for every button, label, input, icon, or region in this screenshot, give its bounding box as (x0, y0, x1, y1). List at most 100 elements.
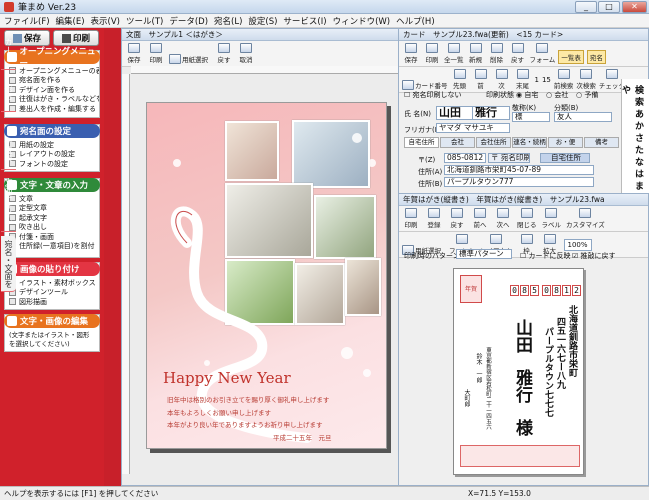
menu-item[interactable]: フォントの設定 (5, 159, 99, 169)
photo[interactable] (345, 258, 381, 316)
menu-item[interactable]: 住所録(一意項目)を割付 (5, 242, 99, 252)
tab-notes[interactable]: 備考 (584, 137, 619, 148)
menu-item[interactable]: 付箋・画面 (5, 232, 99, 242)
radio-company[interactable]: ○ 会社 (546, 90, 568, 100)
print-button[interactable]: 印刷 (402, 208, 420, 229)
paper-select-button[interactable]: 用紙選択 (169, 54, 211, 64)
card-heading[interactable]: Happy New Year (163, 369, 291, 387)
section-header[interactable]: 文字・画像の編集 (4, 314, 100, 328)
section-header[interactable]: 宛名面の設定 (4, 124, 100, 138)
save-button[interactable]: 保存 (402, 43, 420, 64)
prev-button[interactable]: 前 (472, 69, 490, 90)
menu-item[interactable]: 起承文字 (5, 213, 99, 223)
pattern-select[interactable]: 標準パターン (456, 249, 512, 259)
menu-edit[interactable]: 編集(E) (56, 15, 85, 27)
maximize-button[interactable]: □ (598, 1, 620, 13)
zip-field[interactable]: 085-0812 (444, 153, 486, 163)
menu-item[interactable]: レイアウトの設定 (5, 150, 99, 160)
given-name-field[interactable]: 雅行 (472, 106, 510, 120)
postcard-preview[interactable]: 年賀 0 8 5 0 8 1 2 北海道釧路市栄町 四五一六七ー八九 パープルタ… (453, 268, 584, 475)
print-button[interactable]: 印刷 (423, 43, 441, 64)
tab-card[interactable]: カード (1, 30, 16, 70)
last-button[interactable]: 末尾 (514, 69, 532, 90)
tab-design[interactable]: 文面デザイン (1, 172, 16, 232)
undo-button[interactable]: 戻す (509, 43, 527, 64)
no-print-checkbox[interactable]: ☐ 宛名印刷しない (404, 90, 462, 100)
section-header[interactable]: 画像の貼り付け (4, 262, 100, 276)
label-button[interactable]: ラベル (542, 208, 561, 229)
menu-item[interactable]: 吹き出し (5, 223, 99, 233)
tab-home-address[interactable]: 自宅住所 (404, 137, 439, 148)
menu-file[interactable]: ファイル(F) (4, 15, 50, 27)
tab-company[interactable]: 会社 (440, 137, 475, 148)
section-header[interactable]: 文字・文章の入力 (4, 178, 100, 192)
prev-button[interactable]: 前へ (471, 208, 489, 229)
radio-home[interactable]: ◉ 自宅 (516, 90, 538, 100)
menu-item[interactable]: 往復はがき・ラベルなどを作る (5, 95, 99, 105)
tab-company-address[interactable]: 会社住所 (476, 137, 511, 148)
register-button[interactable]: 登録 (425, 208, 443, 229)
undo-button[interactable]: 戻す (215, 43, 233, 64)
kana-index[interactable]: 検索あかさたなはまや (620, 79, 649, 194)
reflect-checkbox[interactable]: ☐ カードに反映 (520, 251, 571, 261)
card-date[interactable]: 平成二十五年 元旦 (273, 432, 332, 442)
revise-checkbox[interactable]: ☑ 推敲に戻す (572, 251, 616, 261)
furigana-field[interactable]: ヤマダ マサユキ (436, 123, 510, 133)
print-button[interactable]: 印刷 (53, 30, 99, 46)
home-address-button[interactable]: 自宅住所 (540, 153, 590, 163)
first-button[interactable]: 先頭 (451, 69, 469, 90)
menu-data[interactable]: データ(D) (169, 15, 208, 27)
photo[interactable] (292, 120, 370, 188)
zip-address-button[interactable]: 〒 宛名印刷 (488, 153, 530, 163)
surname-field[interactable]: 山田 (436, 106, 476, 120)
menu-item[interactable]: 用紙の設定 (5, 140, 99, 150)
form-button[interactable]: フォーム (530, 43, 555, 64)
menu-item[interactable]: 差出人を作成・編集する (5, 104, 99, 114)
address-button[interactable]: 宛名 (586, 50, 606, 64)
photo[interactable] (295, 263, 345, 325)
photo[interactable] (225, 183, 313, 258)
greeting-line[interactable]: 本年がより良い年でありますようお祈り申し上げます (167, 419, 322, 429)
cancel-button[interactable]: 取消 (237, 43, 255, 64)
greeting-line[interactable]: 旧年中は格別のお引き立てを賜り厚く御礼申し上げます (167, 394, 329, 404)
print-button[interactable]: 印刷 (147, 43, 165, 64)
menu-item[interactable]: 宛名面を作る (5, 76, 99, 86)
prev-search-button[interactable]: 前検索 (554, 69, 573, 90)
menu-item[interactable]: 文章 (5, 194, 99, 204)
menu-item[interactable]: オープニングメニューの表示 (5, 66, 99, 76)
category-select[interactable]: 友人 (554, 112, 612, 122)
menu-item[interactable]: イラスト・素材ボックス (5, 278, 99, 288)
tab-mail[interactable]: お・便 (548, 137, 583, 148)
honorific-select[interactable]: 様 (512, 112, 550, 122)
menu-item[interactable]: 図形描画 (5, 297, 99, 307)
section-header[interactable]: オープニングメニュー (4, 47, 100, 69)
menu-address[interactable]: 宛名(L) (214, 15, 242, 27)
minimize-button[interactable]: _ (575, 1, 597, 13)
menu-item[interactable]: デザインツール (5, 288, 99, 298)
undo-button[interactable]: 戻す (448, 208, 466, 229)
new-year-card[interactable]: Happy New Year 旧年中は格別のお引き立てを賜り厚く御礼申し上げます… (146, 102, 387, 449)
photo[interactable] (225, 259, 295, 325)
address2-field[interactable]: パープルタウン777 (444, 177, 594, 187)
customize-button[interactable]: カスタマイズ (566, 208, 605, 229)
menu-service[interactable]: サービス(I) (283, 15, 326, 27)
next-search-button[interactable]: 次検索 (576, 69, 596, 90)
radio-reserve[interactable]: ○ 予備 (576, 90, 598, 100)
photo[interactable] (225, 121, 279, 181)
delete-button[interactable]: 削除 (488, 43, 506, 64)
menu-help[interactable]: ヘルプ(H) (396, 15, 435, 27)
zoom-select[interactable]: 100% (563, 238, 592, 251)
address1-field[interactable]: 北海道釧路市栄町45-07-89 (444, 165, 594, 175)
tab-address-design[interactable]: 宛名・文面を (1, 236, 16, 292)
next-button[interactable]: 次へ (494, 208, 512, 229)
tab-joint-names[interactable]: 連名・続柄 (512, 137, 547, 148)
menu-item[interactable]: 定型文章 (5, 204, 99, 214)
tab-list[interactable]: 一覧表 (1, 130, 16, 170)
close-button[interactable]: ✕ (622, 1, 647, 13)
menu-item[interactable]: デザイン面を作る (5, 85, 99, 95)
menu-window[interactable]: ウィンドウ(W) (333, 15, 391, 27)
menu-view[interactable]: 表示(V) (91, 15, 120, 27)
photo[interactable] (314, 195, 376, 259)
list-view-button[interactable]: 一覧表 (558, 50, 584, 64)
tab-address[interactable]: 宛名 (1, 72, 16, 112)
